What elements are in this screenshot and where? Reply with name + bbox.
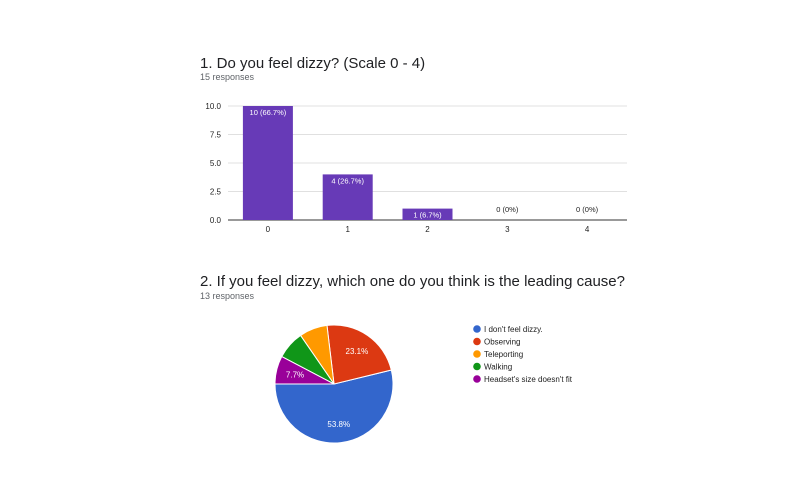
- legend-label: Teleporting: [484, 350, 523, 359]
- pie-chart: 53.8% 23.1% 7.7% I don't feel dizzy. Observi…: [274, 324, 573, 444]
- legend-marker: [473, 325, 481, 333]
- legend-label: I don't feel dizzy.: [484, 325, 543, 334]
- legend-marker: [473, 350, 481, 358]
- legend-label: Walking: [484, 363, 512, 372]
- legend-label: Headset's size doesn't fit: [484, 375, 573, 384]
- legend-label: Observing: [484, 338, 520, 347]
- pie-slice-label: 7.7%: [286, 370, 304, 379]
- legend-marker: [473, 337, 481, 346]
- pie-slice-label: 53.8%: [327, 420, 350, 429]
- legend-marker: [473, 375, 481, 383]
- legend-marker: [473, 362, 481, 371]
- pie-slice-label: 23.1%: [346, 347, 369, 356]
